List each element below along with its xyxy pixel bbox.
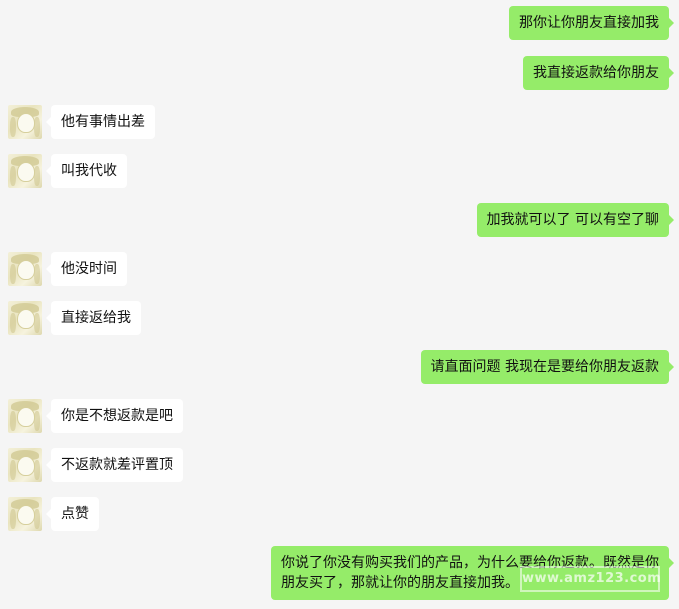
message-bubble-outgoing[interactable]: 请直面问题 我现在是要给你朋友返款 xyxy=(420,350,675,384)
message-bubble-outgoing[interactable]: 加我就可以了 可以有空了聊 xyxy=(476,203,675,237)
message-bubble-outgoing[interactable]: 那你让你朋友直接加我 xyxy=(509,6,674,40)
message-incoming: 叫我代收 xyxy=(8,154,127,188)
message-bubble-incoming[interactable]: 他有事情出差 xyxy=(46,105,155,139)
message-outgoing: 加我就可以了 可以有空了聊 xyxy=(476,203,675,237)
message-incoming: 你是不想返款是吧 xyxy=(8,399,183,433)
contact-avatar[interactable] xyxy=(8,105,42,139)
contact-avatar[interactable] xyxy=(8,448,42,482)
contact-avatar[interactable] xyxy=(8,497,42,531)
message-incoming: 直接返给我 xyxy=(8,301,141,335)
message-incoming: 不返款就差评置顶 xyxy=(8,448,183,482)
message-incoming: 他有事情出差 xyxy=(8,105,155,139)
message-incoming: 他没时间 xyxy=(8,252,127,286)
contact-avatar[interactable] xyxy=(8,399,42,433)
site-watermark: www.amz123.com xyxy=(520,566,661,592)
message-outgoing: 我直接返款给你朋友 xyxy=(523,56,675,90)
message-incoming: 点赞 xyxy=(8,497,99,531)
contact-avatar[interactable] xyxy=(8,154,42,188)
message-bubble-incoming[interactable]: 点赞 xyxy=(46,497,99,531)
message-bubble-incoming[interactable]: 你是不想返款是吧 xyxy=(46,399,183,433)
message-bubble-incoming[interactable]: 叫我代收 xyxy=(46,154,127,188)
message-outgoing: 那你让你朋友直接加我 xyxy=(509,6,675,40)
contact-avatar[interactable] xyxy=(8,301,42,335)
contact-avatar[interactable] xyxy=(8,252,42,286)
message-bubble-incoming[interactable]: 不返款就差评置顶 xyxy=(46,448,183,482)
message-bubble-outgoing[interactable]: 我直接返款给你朋友 xyxy=(523,56,674,90)
message-bubble-incoming[interactable]: 他没时间 xyxy=(46,252,127,286)
chat-window: 那你让你朋友直接加我 我直接返款给你朋友 他有事情出差 叫我代收 加我就可以了 … xyxy=(0,0,679,609)
message-bubble-incoming[interactable]: 直接返给我 xyxy=(46,301,141,335)
message-outgoing: 请直面问题 我现在是要给你朋友返款 xyxy=(420,350,675,384)
